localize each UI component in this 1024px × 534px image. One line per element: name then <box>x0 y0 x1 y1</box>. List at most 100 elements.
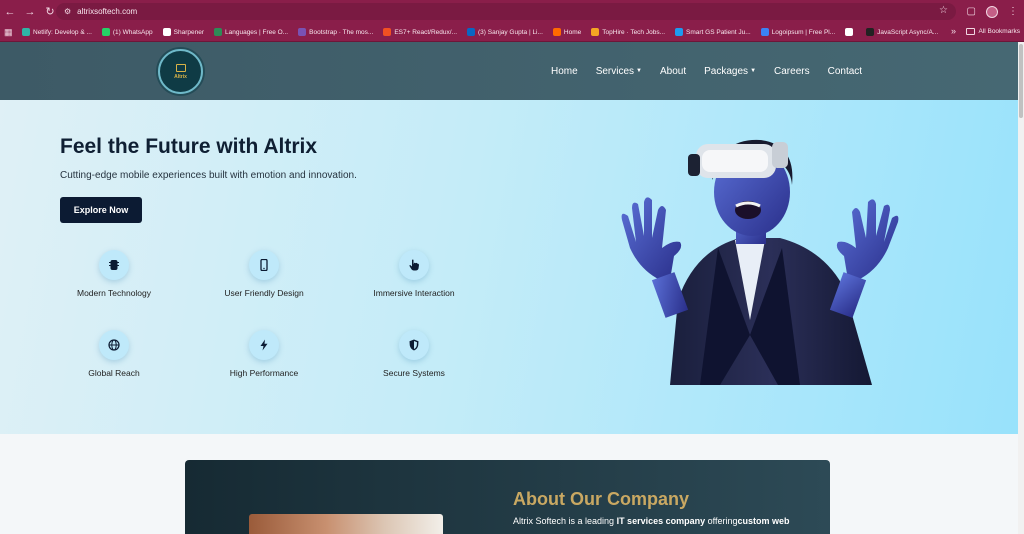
feature-item: High Performance <box>204 330 324 378</box>
nav-link-label: Packages <box>704 65 749 77</box>
forward-icon[interactable]: → <box>20 0 40 23</box>
bookmark-item[interactable]: Smart GS Patient Ju... <box>675 28 751 36</box>
nav-link-services[interactable]: Services ▼ <box>596 66 642 77</box>
about-text: Altrix Softech is a leading IT services … <box>513 516 790 526</box>
bookmark-label: TopHire · Tech Jobs... <box>602 28 666 36</box>
bookmark-favicon-icon <box>591 28 600 36</box>
feature-item: User Friendly Design <box>204 250 324 298</box>
site-logo[interactable]: Altrix <box>158 49 203 94</box>
nav-link-packages[interactable]: Packages ▼ <box>704 66 756 77</box>
caret-down-icon: ▼ <box>750 68 757 74</box>
bookmark-label: Smart GS Patient Ju... <box>686 28 751 36</box>
back-icon[interactable]: ← <box>0 0 20 23</box>
bookmarks-bar: ▦ Netlify: Develop & ... (1) WhatsApp Shar… <box>0 23 1024 42</box>
bookmark-label: (1) WhatsApp <box>112 28 153 36</box>
bookmark-favicon-icon <box>866 28 875 36</box>
logo-text: Altrix <box>174 73 187 80</box>
nav-link-about[interactable]: About <box>660 66 686 77</box>
bookmark-label: Logoipsum | Free Pl... <box>771 28 836 36</box>
about-card: About Our Company Altrix Softech is a le… <box>185 460 830 534</box>
bookmark-item[interactable]: (1) WhatsApp <box>101 28 153 36</box>
all-bookmarks-button[interactable]: All Bookmarks <box>966 28 1020 35</box>
extensions-icon[interactable]: ▢ <box>967 6 976 17</box>
nav-link-label: Home <box>551 65 578 77</box>
nav-link-contact[interactable]: Contact <box>828 66 862 77</box>
site-info-icon[interactable]: ⚙ <box>64 7 71 16</box>
nav-link-label: Contact <box>827 65 863 77</box>
bookmark-item[interactable]: Bootstrap · The mos... <box>298 28 373 36</box>
about-section: About Our Company Altrix Softech is a le… <box>0 434 1018 534</box>
bookmark-item[interactable] <box>845 28 856 36</box>
bookmark-favicon-icon <box>467 28 475 36</box>
kebab-menu-icon[interactable]: ⋮ <box>1008 6 1018 17</box>
about-team-photo <box>249 514 443 534</box>
vr-headset-person-image <box>621 139 899 385</box>
bookmark-label: JavaScript Async/A... <box>877 28 939 36</box>
folder-icon <box>966 28 976 35</box>
nav-link-careers[interactable]: Careers <box>774 66 810 77</box>
chip-icon <box>99 250 129 280</box>
bookmark-label: Sharpener <box>173 28 204 36</box>
bookmark-item[interactable]: Netlify: Develop & ... <box>22 28 92 36</box>
feature-label: Modern Technology <box>76 288 152 298</box>
bookmark-label: (3) Sanjay Gupta | Li... <box>478 28 543 36</box>
bookmark-favicon-icon <box>383 28 392 36</box>
globe-icon <box>99 330 129 360</box>
bookmark-item[interactable]: Languages | Free O... <box>214 28 288 36</box>
bookmark-label: Netlify: Develop & ... <box>33 28 92 36</box>
logo-mark-icon <box>175 63 186 72</box>
nav-link-home[interactable]: Home <box>551 66 578 77</box>
bookmark-label: Home <box>563 28 582 36</box>
bookmark-favicon-icon <box>298 28 307 36</box>
address-bar[interactable]: ⚙ altrixsoftech.com ☆ <box>56 3 956 20</box>
bookmark-favicon-icon <box>214 28 222 36</box>
feature-label: Immersive Interaction <box>373 288 455 298</box>
url-text: altrixsoftech.com <box>77 7 138 16</box>
browser-toolbar: ← → ↻ ⚙ altrixsoftech.com ☆ ▢ ⋮ <box>0 0 1024 23</box>
bookmark-item[interactable]: Sharpener <box>162 28 204 36</box>
all-bookmarks-label: All Bookmarks <box>978 28 1020 35</box>
bookmark-item[interactable]: JavaScript Async/A... <box>866 28 938 36</box>
explore-now-button[interactable]: Explore Now <box>60 197 142 223</box>
page-scrollbar[interactable] <box>1018 42 1024 534</box>
mobile-icon <box>249 250 279 280</box>
bookmark-label: Bootstrap · The mos... <box>309 28 374 36</box>
nav-link-label: About <box>660 65 687 77</box>
bookmark-star-icon[interactable]: ☆ <box>939 5 948 16</box>
feature-item: Immersive Interaction <box>354 250 474 298</box>
feature-item: Global Reach <box>54 330 174 378</box>
scrollbar-thumb[interactable] <box>1019 44 1023 118</box>
feature-label: User Friendly Design <box>224 288 304 298</box>
apps-grid-icon[interactable]: ▦ <box>4 27 22 38</box>
feature-label: Global Reach <box>88 368 140 378</box>
hero-section: Feel the Future with Altrix Cutting-edge… <box>0 100 1018 434</box>
bookmark-favicon-icon <box>22 28 30 36</box>
bookmark-favicon-icon <box>675 28 684 36</box>
feature-item: Modern Technology <box>54 250 174 298</box>
nav-link-label: Services <box>595 65 635 77</box>
bookmark-item[interactable]: (3) Sanjay Gupta | Li... <box>467 28 543 36</box>
bookmark-item[interactable]: Home <box>552 28 582 36</box>
caret-down-icon: ▼ <box>636 68 642 74</box>
feature-item: Secure Systems <box>354 330 474 378</box>
bookmark-item[interactable]: TopHire · Tech Jobs... <box>591 28 665 36</box>
hero-subtitle: Cutting-edge mobile experiences built wi… <box>60 170 357 181</box>
shield-icon <box>399 330 429 360</box>
bookmark-item[interactable]: Logoipsum | Free Pl... <box>760 28 836 36</box>
bookmark-favicon-icon <box>760 28 769 36</box>
site-header: Altrix Home Services ▼ About Packages ▼ Career… <box>0 42 1018 100</box>
hand-pointer-icon <box>399 250 429 280</box>
feature-label: High Performance <box>229 368 299 378</box>
bookmark-item[interactable]: ES7+ React/Redux/... <box>383 28 457 36</box>
bookmark-label: Languages | Free O... <box>225 28 289 36</box>
hero-title: Feel the Future with Altrix <box>60 135 318 158</box>
feature-label: Secure Systems <box>383 368 445 378</box>
nav-link-label: Careers <box>774 65 810 77</box>
more-bookmarks-icon[interactable]: » <box>951 26 956 36</box>
main-nav: Home Services ▼ About Packages ▼ Careers Contac… <box>551 42 880 100</box>
bolt-icon <box>249 330 279 360</box>
about-title: About Our Company <box>513 489 689 509</box>
bookmark-label: ES7+ React/Redux/... <box>394 28 457 36</box>
bookmark-favicon-icon <box>552 28 561 36</box>
profile-avatar[interactable] <box>986 5 998 18</box>
